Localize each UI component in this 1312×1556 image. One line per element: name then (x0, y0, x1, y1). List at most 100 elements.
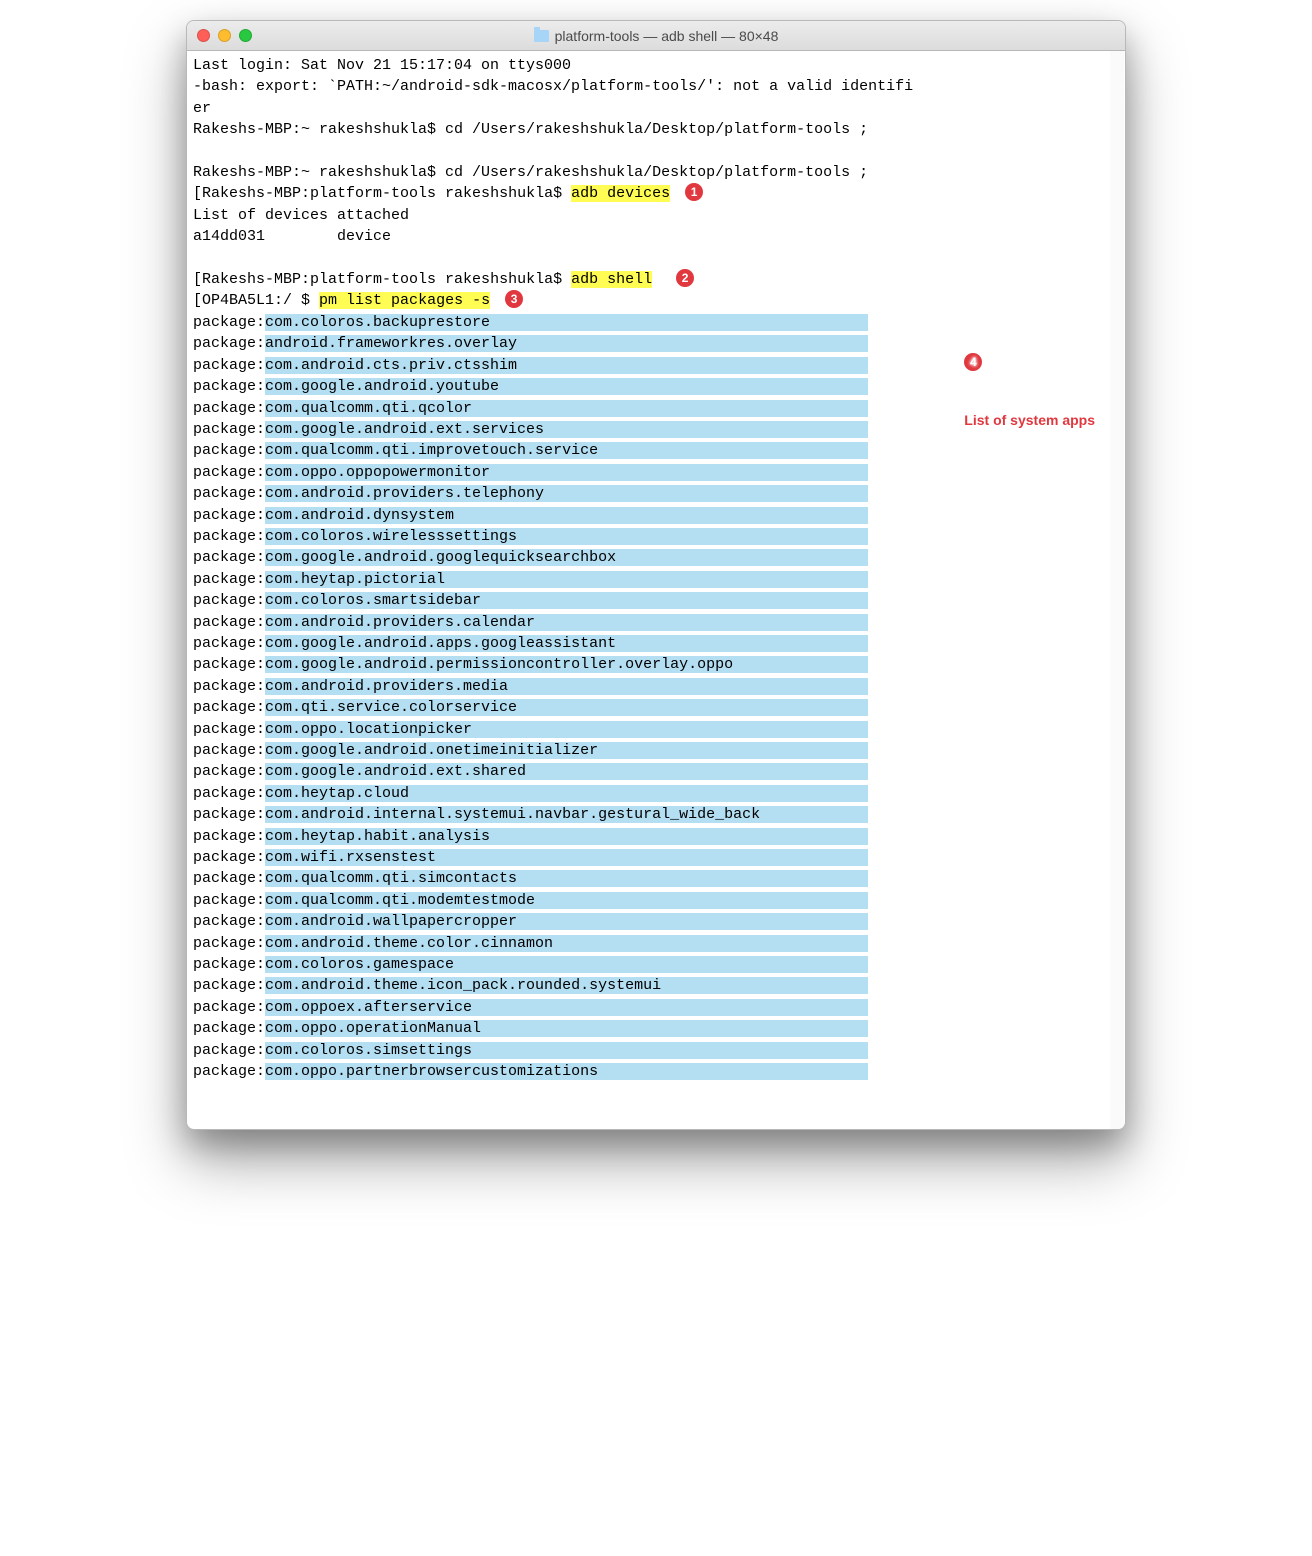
terminal-window: platform-tools — adb shell — 80×48 Last … (186, 20, 1126, 1130)
package-name: com.google.android.youtube (265, 378, 868, 395)
package-prefix: package: (193, 528, 265, 545)
package-prefix: package: (193, 806, 265, 823)
package-name: com.qti.service.colorservice (265, 699, 868, 716)
traffic-lights (197, 29, 252, 42)
package-name: com.google.android.apps.googleassistant (265, 635, 868, 652)
package-prefix: package: (193, 828, 265, 845)
package-name: com.wifi.rxsenstest (265, 849, 868, 866)
package-name: com.google.android.onetimeinitializer (265, 742, 868, 759)
shell-prompt: OP4BA5L1:/ $ (202, 292, 319, 309)
package-prefix: package: (193, 421, 265, 438)
package-prefix: package: (193, 742, 265, 759)
package-prefix: package: (193, 699, 265, 716)
package-prefix: package: (193, 913, 265, 930)
package-name: com.qualcomm.qti.modemtestmode (265, 892, 868, 909)
package-name: com.android.dynsystem (265, 507, 868, 524)
folder-icon (534, 30, 549, 42)
package-prefix: package: (193, 314, 265, 331)
package-name: com.google.android.googlequicksearchbox (265, 549, 868, 566)
package-name: com.heytap.pictorial (265, 571, 868, 588)
package-prefix: package: (193, 592, 265, 609)
package-prefix: package: (193, 763, 265, 780)
package-prefix: package: (193, 870, 265, 887)
maximize-icon[interactable] (239, 29, 252, 42)
package-prefix: package: (193, 892, 265, 909)
terminal-scroll[interactable]: Last login: Sat Nov 21 15:17:04 on ttys0… (187, 51, 1125, 1129)
package-prefix: package: (193, 571, 265, 588)
prompt: Rakeshs-MBP:platform-tools rakeshshukla$ (202, 271, 571, 288)
package-name: com.oppo.locationpicker (265, 721, 868, 738)
package-prefix: package: (193, 678, 265, 695)
package-prefix: package: (193, 721, 265, 738)
prompt: Rakeshs-MBP:platform-tools rakeshshukla$ (202, 185, 571, 202)
annotation-text: List of system apps (964, 412, 1095, 429)
package-prefix: package: (193, 935, 265, 952)
package-name: com.android.wallpapercropper (265, 913, 868, 930)
terminal-output[interactable]: Last login: Sat Nov 21 15:17:04 on ttys0… (187, 51, 1125, 1089)
package-name: com.oppo.oppopowermonitor (265, 464, 868, 481)
cmd-adb-devices: adb devices (571, 185, 670, 202)
package-name: com.coloros.simsettings (265, 1042, 868, 1059)
window-title: platform-tools — adb shell — 80×48 (555, 28, 779, 44)
line: er (193, 100, 211, 117)
package-name: com.google.android.permissioncontroller.… (265, 656, 868, 673)
badge-3: 3 (505, 290, 523, 308)
package-name: com.coloros.gamespace (265, 956, 868, 973)
cmd-pm-list: pm list packages -s (319, 292, 490, 309)
package-prefix: package: (193, 357, 265, 374)
package-name: com.android.providers.media (265, 678, 868, 695)
package-name: com.oppo.operationManual (265, 1020, 868, 1037)
titlebar[interactable]: platform-tools — adb shell — 80×48 (187, 21, 1125, 51)
package-name: com.android.theme.icon_pack.rounded.syst… (265, 977, 868, 994)
package-name: com.oppoex.afterservice (265, 999, 868, 1016)
package-name: com.qualcomm.qti.improvetouch.service (265, 442, 868, 459)
package-name: com.coloros.wirelesssettings (265, 528, 868, 545)
line: Last login: Sat Nov 21 15:17:04 on ttys0… (193, 57, 571, 74)
package-prefix: package: (193, 1063, 265, 1080)
package-prefix: package: (193, 485, 265, 502)
package-prefix: package: (193, 378, 265, 395)
package-name: com.google.android.ext.shared (265, 763, 868, 780)
package-prefix: package: (193, 1042, 265, 1059)
line: Rakeshs-MBP:~ rakeshshukla$ cd /Users/ra… (193, 121, 868, 138)
badge-2: 2 (676, 269, 694, 287)
annotation-4: 4 List of system apps (964, 319, 1095, 446)
package-prefix: package: (193, 956, 265, 973)
package-name: com.qualcomm.qti.qcolor (265, 400, 868, 417)
package-name: com.android.providers.calendar (265, 614, 868, 631)
package-name: com.android.theme.color.cinnamon (265, 935, 868, 952)
package-name: com.coloros.backuprestore (265, 314, 868, 331)
line: Rakeshs-MBP:~ rakeshshukla$ cd /Users/ra… (193, 164, 868, 181)
package-name: com.qualcomm.qti.simcontacts (265, 870, 868, 887)
package-name: com.android.internal.systemui.navbar.ges… (265, 806, 868, 823)
package-prefix: package: (193, 999, 265, 1016)
package-prefix: package: (193, 335, 265, 352)
package-name: com.google.android.ext.services (265, 421, 868, 438)
package-prefix: package: (193, 507, 265, 524)
package-name: com.heytap.habit.analysis (265, 828, 868, 845)
package-prefix: package: (193, 442, 265, 459)
package-prefix: package: (193, 849, 265, 866)
line: List of devices attached (193, 207, 409, 224)
package-name: com.oppo.partnerbrowsercustomizations (265, 1063, 868, 1080)
package-prefix: package: (193, 635, 265, 652)
close-icon[interactable] (197, 29, 210, 42)
line: a14dd031 device (193, 228, 391, 245)
package-prefix: package: (193, 400, 265, 417)
package-prefix: package: (193, 977, 265, 994)
badge-1: 1 (685, 183, 703, 201)
package-name: com.android.cts.priv.ctsshim (265, 357, 868, 374)
cmd-adb-shell: adb shell (571, 271, 652, 288)
package-name: com.coloros.smartsidebar (265, 592, 868, 609)
package-name: android.frameworkres.overlay (265, 335, 868, 352)
package-prefix: package: (193, 656, 265, 673)
package-name: com.android.providers.telephony (265, 485, 868, 502)
package-prefix: package: (193, 785, 265, 802)
minimize-icon[interactable] (218, 29, 231, 42)
line: -bash: export: `PATH:~/android-sdk-macos… (193, 78, 913, 95)
package-prefix: package: (193, 1020, 265, 1037)
package-prefix: package: (193, 464, 265, 481)
package-name: com.heytap.cloud (265, 785, 868, 802)
package-prefix: package: (193, 614, 265, 631)
badge-4: 4 (964, 353, 982, 371)
